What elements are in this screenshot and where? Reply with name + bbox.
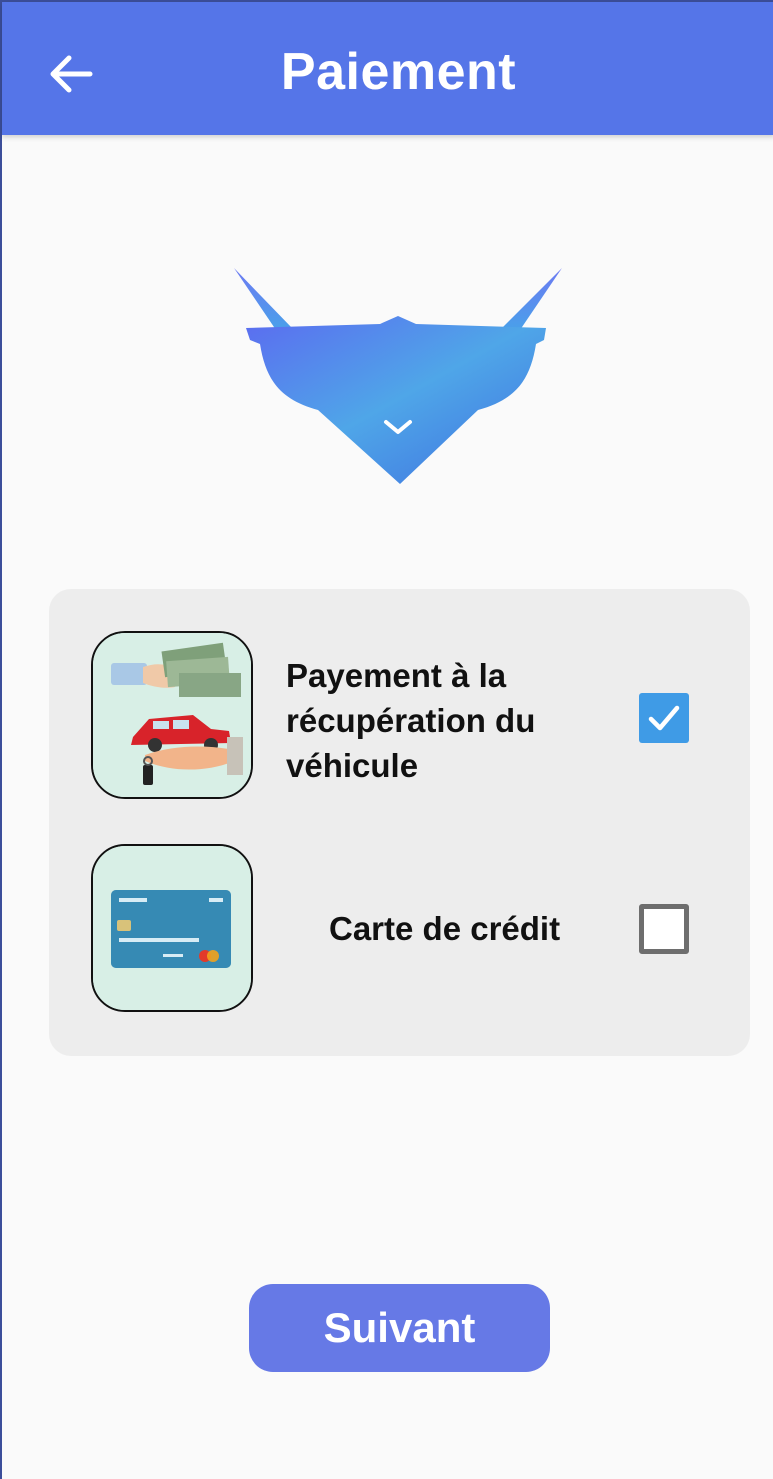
payment-option-credit-card[interactable]: Carte de crédit <box>49 844 750 1014</box>
checkbox-checked[interactable] <box>639 693 689 743</box>
option-label: Carte de crédit <box>329 910 561 947</box>
payment-options-card: Payement à la récupération du véhicule C… <box>49 589 750 1056</box>
page-title: Paiement <box>280 43 517 101</box>
payment-option-pickup[interactable]: Payement à la récupération du véhicule <box>49 631 750 801</box>
credit-card-illustration <box>91 844 253 1012</box>
check-icon <box>639 705 689 747</box>
option-label: Payement à la récupération du véhicule <box>286 657 536 784</box>
next-button[interactable]: Suivant <box>249 1284 550 1372</box>
checkbox-unchecked[interactable] <box>639 904 689 954</box>
app-bar: Paiement <box>2 2 773 135</box>
screen: Paiement Payement à la récupération du v… <box>0 0 773 1479</box>
cash-and-car-illustration <box>91 631 253 799</box>
app-logo <box>230 264 566 490</box>
